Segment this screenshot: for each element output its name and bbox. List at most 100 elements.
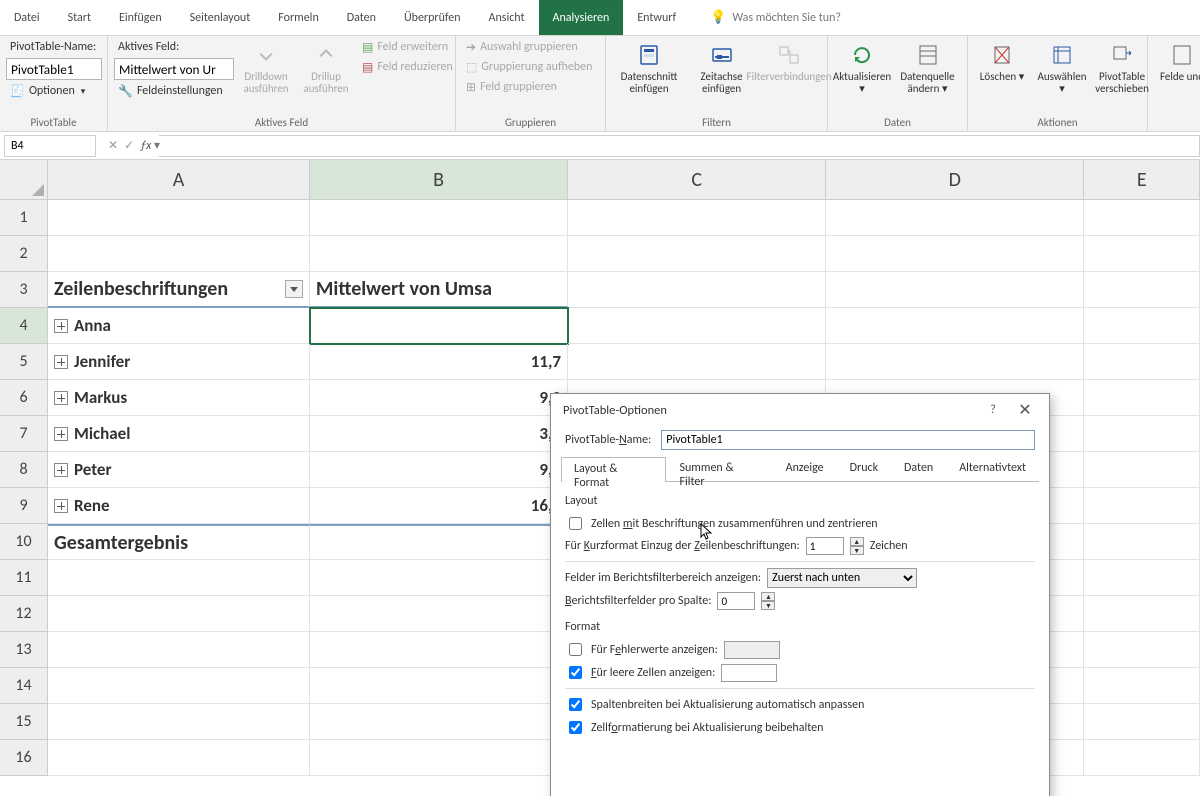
group-field-button[interactable]: ⊞Feld gruppieren bbox=[462, 78, 596, 96]
cell[interactable]: Gesamtergebnis bbox=[48, 524, 310, 560]
cell[interactable] bbox=[568, 344, 826, 380]
cell[interactable] bbox=[1084, 560, 1200, 596]
row-header[interactable]: 3 bbox=[0, 272, 48, 308]
row-header[interactable]: 4 bbox=[0, 308, 48, 344]
row-header[interactable]: 13 bbox=[0, 632, 48, 668]
row-header[interactable]: 12 bbox=[0, 596, 48, 632]
dlg-tab-druck[interactable]: Druck bbox=[837, 456, 891, 481]
cell[interactable] bbox=[826, 272, 1084, 308]
insert-slicer-button[interactable]: Datenschnitt einfügen bbox=[612, 38, 686, 95]
row-filter-button[interactable] bbox=[285, 280, 303, 298]
row-header[interactable]: 8 bbox=[0, 452, 48, 488]
col-header-d[interactable]: D bbox=[826, 160, 1084, 200]
cell[interactable] bbox=[826, 344, 1084, 380]
cell[interactable] bbox=[310, 560, 568, 596]
dlg-tab-layout[interactable]: Layout & Format bbox=[561, 457, 666, 482]
cell[interactable]: 16,3 bbox=[310, 488, 568, 524]
pivot-name-input[interactable] bbox=[6, 58, 102, 80]
tab-daten[interactable]: Daten bbox=[333, 0, 390, 35]
error-values-checkbox[interactable]: Für Fehlerwerte anzeigen: bbox=[565, 640, 718, 659]
row-header[interactable]: 16 bbox=[0, 740, 48, 776]
group-selection-button[interactable]: ➔Auswahl gruppieren bbox=[462, 38, 596, 56]
cell[interactable] bbox=[310, 524, 568, 560]
merge-cells-checkbox[interactable]: Zellen mit Beschriftungen zusammenführen… bbox=[565, 514, 878, 533]
indent-spinner[interactable]: ▲▼ bbox=[850, 537, 864, 555]
row-header[interactable]: 6 bbox=[0, 380, 48, 416]
cell[interactable]: Jennifer bbox=[48, 344, 310, 380]
cell[interactable] bbox=[310, 632, 568, 668]
cell[interactable] bbox=[310, 704, 568, 740]
cell[interactable] bbox=[568, 200, 826, 236]
row-header[interactable]: 11 bbox=[0, 560, 48, 596]
refresh-button[interactable]: Aktualisieren ▾ bbox=[834, 38, 890, 95]
cell[interactable] bbox=[1084, 632, 1200, 668]
ungroup-button[interactable]: ⬚Gruppierung aufheben bbox=[462, 58, 596, 76]
cell[interactable] bbox=[310, 200, 568, 236]
tab-formeln[interactable]: Formeln bbox=[264, 0, 332, 35]
expand-row-icon[interactable] bbox=[54, 427, 68, 441]
pivot-options-button[interactable]: 🧾 Optionen ▾ bbox=[6, 82, 101, 100]
dlg-tab-alt[interactable]: Alternativtext bbox=[946, 456, 1039, 481]
indent-input[interactable] bbox=[806, 537, 844, 555]
cell[interactable] bbox=[1084, 668, 1200, 704]
expand-row-icon[interactable] bbox=[54, 355, 68, 369]
tab-ueberpruefen[interactable]: Überprüfen bbox=[390, 0, 475, 35]
formula-input[interactable] bbox=[159, 135, 1200, 157]
field-settings-button[interactable]: 🔧 Feldeinstellungen bbox=[114, 82, 234, 100]
expand-row-icon[interactable] bbox=[54, 391, 68, 405]
dialog-name-input[interactable] bbox=[661, 430, 1035, 450]
filterperc-input[interactable] bbox=[717, 592, 755, 610]
cell[interactable]: 11,7 bbox=[310, 344, 568, 380]
row-header[interactable]: 10 bbox=[0, 524, 48, 560]
filter-connections-button[interactable]: Filterverbindungen bbox=[757, 38, 821, 83]
change-source-button[interactable]: Datenquelle ändern ▾ bbox=[894, 38, 961, 95]
active-field-input[interactable] bbox=[114, 58, 234, 80]
cell[interactable] bbox=[1084, 380, 1200, 416]
dlg-tab-daten[interactable]: Daten bbox=[891, 456, 946, 481]
tab-entwurf[interactable]: Entwurf bbox=[623, 0, 690, 35]
cell[interactable]: Michael bbox=[48, 416, 310, 452]
cell[interactable]: 3,4 bbox=[310, 416, 568, 452]
insert-timeline-button[interactable]: Zeitachse einfügen bbox=[690, 38, 753, 95]
cell[interactable] bbox=[48, 200, 310, 236]
tell-me[interactable]: 💡 Was möchten Sie tun? bbox=[710, 10, 841, 25]
cell[interactable]: Rene bbox=[48, 488, 310, 524]
drilldown-button[interactable]: Drilldown ausführen bbox=[238, 38, 294, 95]
cell[interactable]: 9,0 bbox=[310, 380, 568, 416]
row-header[interactable]: 15 bbox=[0, 704, 48, 740]
cell[interactable] bbox=[1084, 344, 1200, 380]
cell[interactable] bbox=[1084, 272, 1200, 308]
autofit-checkbox[interactable]: Spaltenbreiten bei Aktualisierung automa… bbox=[565, 695, 864, 714]
expand-row-icon[interactable] bbox=[54, 463, 68, 477]
help-button[interactable]: ? bbox=[977, 398, 1009, 422]
cell[interactable] bbox=[48, 704, 310, 740]
cell[interactable] bbox=[1084, 704, 1200, 740]
row-header[interactable]: 1 bbox=[0, 200, 48, 236]
expand-row-icon[interactable] bbox=[54, 319, 68, 333]
dlg-tab-anzeige[interactable]: Anzeige bbox=[773, 456, 837, 481]
expand-row-icon[interactable] bbox=[54, 499, 68, 513]
cell[interactable] bbox=[826, 308, 1084, 344]
keepformat-checkbox[interactable]: Zellformatierung bei Aktualisierung beib… bbox=[565, 718, 823, 737]
cell[interactable] bbox=[1084, 308, 1200, 344]
tab-datei[interactable]: Datei bbox=[0, 0, 54, 35]
filterarea-select[interactable]: Zuerst nach unten bbox=[767, 568, 917, 588]
cell[interactable]: Anna bbox=[48, 308, 310, 344]
move-pivot-button[interactable]: PivotTable verschieben bbox=[1094, 38, 1150, 95]
close-button[interactable]: ✕ bbox=[1009, 398, 1041, 422]
expand-field-button[interactable]: ▤ Feld erweitern bbox=[358, 38, 457, 56]
empty-cells-checkbox[interactable]: Für leere Zellen anzeigen: bbox=[565, 663, 715, 682]
select-all-corner[interactable] bbox=[0, 160, 48, 200]
cell[interactable] bbox=[1084, 740, 1200, 776]
cell[interactable]: Peter bbox=[48, 452, 310, 488]
cancel-formula-icon[interactable]: ✕ bbox=[108, 138, 118, 153]
cell[interactable] bbox=[48, 668, 310, 704]
cell[interactable] bbox=[826, 236, 1084, 272]
row-header[interactable]: 9 bbox=[0, 488, 48, 524]
cell[interactable] bbox=[48, 632, 310, 668]
tab-analysieren[interactable]: Analysieren bbox=[539, 0, 624, 35]
dlg-tab-summen[interactable]: Summen & Filter bbox=[666, 456, 772, 481]
accept-formula-icon[interactable]: ✓ bbox=[124, 138, 134, 153]
worksheet-grid[interactable]: A B C D E 12345678910111213141516 Zeilen… bbox=[0, 160, 1200, 796]
col-header-e[interactable]: E bbox=[1084, 160, 1200, 200]
